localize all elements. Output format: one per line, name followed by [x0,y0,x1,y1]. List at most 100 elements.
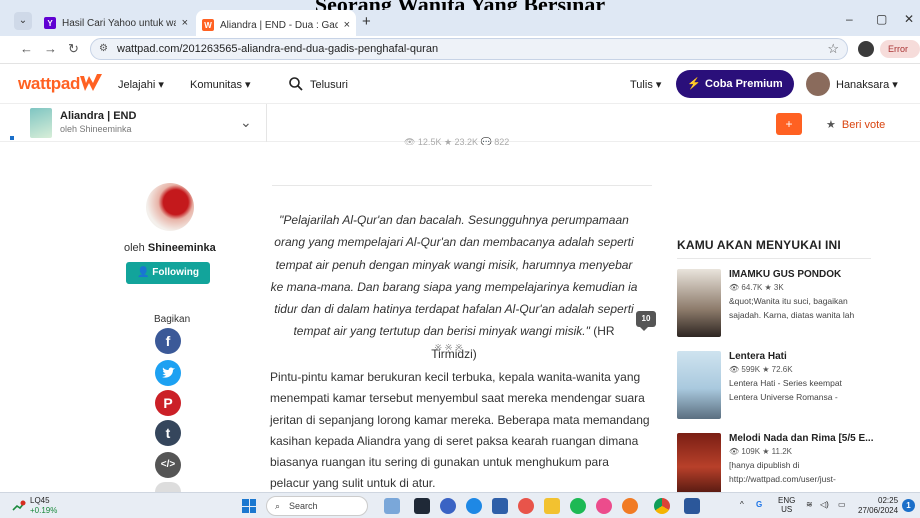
back-icon[interactable]: ← [20,41,33,56]
chrome-icon[interactable] [654,498,670,514]
minimize-button[interactable]: – [846,12,853,26]
app-icon[interactable] [518,498,534,514]
task-view-icon[interactable] [414,498,430,514]
recommendation-stats: 👁 64.7K ★ 3K [729,283,784,292]
edge-icon[interactable] [466,498,482,514]
stock-chart-icon[interactable] [12,500,26,512]
taskbar-search-label: Search [289,501,318,511]
profile-icon[interactable] [858,41,874,57]
story-author[interactable]: oleh Shineeminka [60,124,132,134]
recommendation-description: [hanya dipublish di http://wattpad.com/u… [729,460,836,484]
clock[interactable]: 02:25 27/06/2024 [858,496,898,516]
reload-icon[interactable]: ↻ [68,41,79,57]
language-indicator[interactable]: ENG US [778,496,795,514]
pinterest-icon[interactable]: P [155,390,181,416]
forward-icon[interactable]: → [44,41,57,56]
more-share-icon[interactable] [155,482,181,492]
nav-jelajahi[interactable]: Jelajahi ▾ [118,78,164,91]
taskbar-search-input[interactable]: ⌕ Search [266,496,368,516]
yahoo-icon: Y [44,17,56,29]
author-avatar[interactable] [146,183,194,231]
story-cover-thumbnail[interactable] [30,108,52,138]
reading-progress-marker [10,136,14,140]
book-cover[interactable] [677,351,721,419]
add-to-library-button[interactable]: + [776,113,802,135]
chapter-stats: 👁 12.5K ★ 23.2K 💬 822 [404,137,510,145]
quote-text: "Pelajarilah Al-Qur'an dan bacalah. Sesu… [270,213,638,339]
wattpad-logo[interactable]: wattpad [18,74,80,94]
search-icon[interactable] [288,76,304,92]
book-cover[interactable] [677,433,721,501]
embed-code-icon[interactable]: </> [155,452,181,478]
wifi-icon[interactable]: ≋ [806,500,813,509]
volume-icon[interactable]: ◁) [820,500,829,509]
twitter-icon[interactable] [155,360,181,386]
maximize-button[interactable]: ▢ [876,12,887,26]
author-prefix: oleh [124,242,145,254]
tumblr-icon[interactable]: t [155,420,181,446]
app-icon[interactable] [596,498,612,514]
firefox-icon[interactable] [622,498,638,514]
bolt-icon: ⚡ [687,78,702,90]
author-name: Shineeminka [147,242,216,254]
chevron-up-icon[interactable]: ^ [740,500,744,509]
language-code: ENG [778,496,796,505]
author-byline[interactable]: oleh Shineeminka [124,242,216,254]
recommendation-title[interactable]: Lentera Hati [729,351,917,362]
browser-toolbar: ← → ↻ ⚙ wattpad.com/201263565-aliandra-e… [0,36,920,64]
recommendation-title[interactable]: IMAMKU GUS PONDOK [729,269,917,280]
inline-comment-count[interactable]: 10 [636,311,656,331]
spotify-icon[interactable] [570,498,586,514]
windows-start-icon[interactable] [242,499,256,513]
word-icon[interactable] [684,498,700,514]
book-cover[interactable] [677,269,721,337]
error-badge[interactable]: Error [880,40,920,58]
hadith-quote: "Pelajarilah Al-Qur'an dan bacalah. Sesu… [270,209,638,365]
search-input[interactable]: Telusuri [310,79,348,91]
nav-tulis[interactable]: Tulis ▾ [630,78,661,91]
recommendation-item[interactable]: Lentera Hati 👁 599K ★ 72.6K Lentera Hati… [677,351,917,433]
site-header: wattpad Jelajahi ▾ Komunitas ▾ Telusuri … [0,66,920,104]
address-bar[interactable]: ⚙ wattpad.com/201263565-aliandra-end-dua… [90,38,848,60]
close-tab-icon[interactable]: × [344,19,350,31]
recommendation-item[interactable]: IMAMKU GUS PONDOK 👁 64.7K ★ 3K &quot;Wan… [677,269,917,351]
recommendation-description: &quot;Wanita itu suci, bagaikan sajadah.… [729,296,855,320]
following-button[interactable]: 👤 Following [126,262,210,284]
nav-komunitas[interactable]: Komunitas ▾ [190,78,251,91]
wattpad-w-icon [80,74,102,91]
divider [677,258,871,259]
chat-icon[interactable] [440,498,456,514]
premium-button[interactable]: ⚡ Coba Premium [676,70,794,98]
user-menu[interactable]: Hanaksara ▾ [836,78,898,91]
chapter-paragraph: Pintu-pintu kamar berukuran kecil terbuk… [270,370,650,491]
battery-icon[interactable]: ▭ [838,500,846,509]
share-label: Bagikan [154,314,191,325]
chevron-down-icon[interactable]: ⌄ [240,114,252,131]
site-info-icon[interactable]: ⚙ [99,39,108,59]
region-code: US [781,505,793,514]
browser-tab-strip: ⌄ Y Hasil Cari Yahoo untuk wattpad × W A… [0,0,920,40]
tab-yahoo-search[interactable]: Y Hasil Cari Yahoo untuk wattpad × [38,12,194,34]
new-tab-button[interactable]: + [362,13,371,30]
recommendation-stats: 👁 109K ★ 11.2K [729,447,792,456]
close-window-button[interactable]: ✕ [904,12,914,26]
notification-badge[interactable]: 1 [902,499,915,512]
stock-ticker: LQ45 [30,496,50,505]
recommendation-stats: 👁 599K ★ 72.6K [729,365,793,374]
copilot-icon[interactable] [384,498,400,514]
avatar[interactable] [806,72,830,96]
recommendation-description: Lentera Hati - Series keempat Lentera Un… [729,378,842,402]
facebook-icon[interactable]: f [155,328,181,354]
story-title[interactable]: Aliandra | END [60,110,136,122]
section-separator: ※※※ [434,343,466,354]
vote-button[interactable]: ★ Beri vote [826,118,885,131]
close-tab-icon[interactable]: × [182,17,188,29]
file-explorer-icon[interactable] [544,498,560,514]
bird-shape [162,367,175,378]
bookmark-star-icon[interactable]: ☆ [827,39,839,59]
tab-list-button[interactable]: ⌄ [14,12,32,30]
store-icon[interactable] [492,498,508,514]
google-icon[interactable]: G [756,500,762,509]
stock-widget[interactable]: LQ45 +0.19% [30,496,57,516]
recommendation-title[interactable]: Melodi Nada dan Rima [5/5 E... [729,433,917,444]
